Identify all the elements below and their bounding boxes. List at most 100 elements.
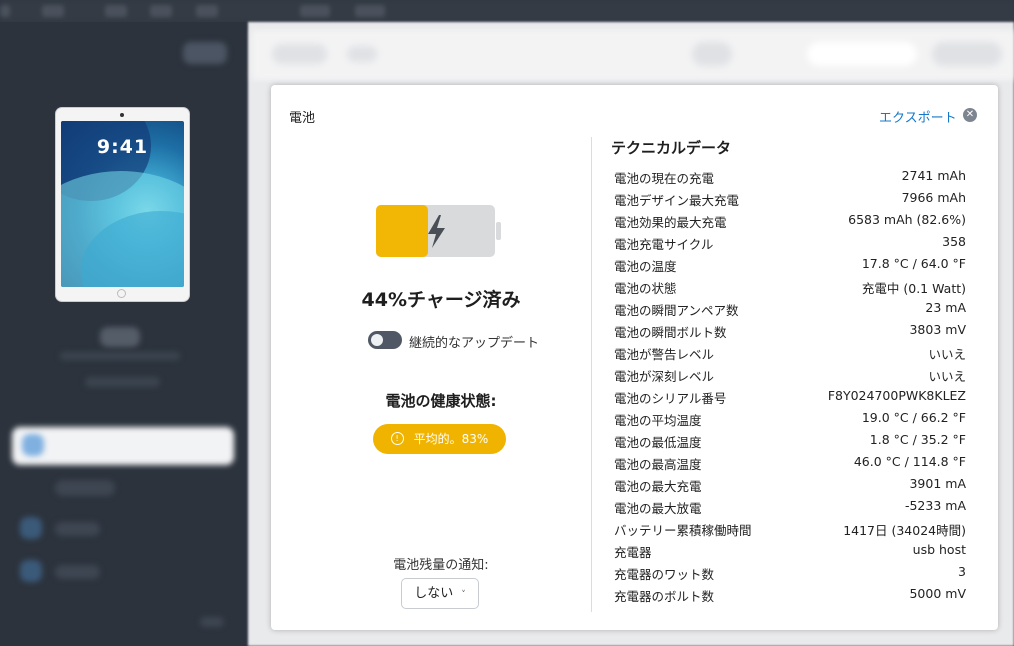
device-image: 9:41 [56,108,189,301]
row-label: 電池の現在の充電 [614,171,715,186]
app-title-bar [0,0,1014,22]
window-control-icon [0,5,10,17]
table-row: 電池デザイン最大充電 7966 mAh [614,187,966,209]
row-label: 電池の状態 [614,281,677,296]
table-row: バッテリー累積稼働時間 1417日 (34024時間) [614,517,966,539]
row-value: 2741 mAh [901,168,966,183]
row-label: 電池の瞬間ボルト数 [614,325,727,340]
table-row: 電池の瞬間アンペア数 23 mA [614,297,966,319]
table-row: 電池の最大充電 3901 mA [614,473,966,495]
continuous-update-toggle[interactable] [368,331,402,349]
chevron-down-icon: ˅ [461,590,466,600]
sidebar-item-icon [20,517,42,539]
battery-fill [376,205,428,257]
battery-notify-value: しない [414,586,454,601]
row-label: 電池が警告レベル [614,347,715,362]
row-label: 電池の最大充電 [614,479,702,494]
device-name-blurred [100,327,140,347]
toolbar-chip-blurred [692,42,732,66]
sidebar-item-blurred [55,565,100,579]
table-row: 電池効果的最大充電 6583 mAh (82.6%) [614,209,966,231]
row-label: 電池の最大放電 [614,501,702,516]
table-row: 電池が深刻レベル いいえ [614,363,966,385]
battery-icon [376,205,501,257]
home-button-icon [117,289,126,298]
row-label: 充電器のワット数 [614,567,715,582]
table-row: 電池充電サイクル 358 [614,231,966,253]
sidebar-item-blurred [55,480,115,496]
row-label: 電池のシリアル番号 [614,391,727,406]
row-label: 電池の温度 [614,259,677,274]
row-value: 3 [958,564,966,579]
lock-screen-time: 9:41 [96,136,149,158]
row-value: 23 mA [925,300,966,315]
app-main-toolbar [252,30,1014,80]
search-input-blurred [807,42,917,66]
technical-data-title: テクニカルデータ [611,139,732,157]
row-label: 電池が深刻レベル [614,369,715,384]
row-label: 電池の平均温度 [614,413,702,428]
row-label: 電池効果的最大充電 [614,215,727,230]
sidebar-item-icon [20,560,42,582]
continuous-update-label: 継続的なアップデート [409,336,540,351]
row-label: 充電器のボルト数 [614,589,715,604]
sidebar-item-selected-blurred [12,427,234,465]
table-row: 電池が警告レベル いいえ [614,341,966,363]
battery-notify-select[interactable]: しない ˅ [401,578,479,609]
toolbar-button-blurred [105,5,127,17]
table-row: 充電器 usb host [614,539,966,561]
row-value: 5000 mV [909,586,966,601]
device-info-blurred [85,377,160,387]
battery-health-badge: ! 平均的。83% [373,424,506,454]
camera-icon [120,113,124,117]
row-value: 3901 mA [909,476,966,491]
device-info-blurred [60,352,180,360]
row-label: バッテリー累積稼働時間 [614,523,752,538]
table-row: 電池のシリアル番号 F8Y024700PWK8KLEZ [614,385,966,407]
sidebar-item-blurred [55,522,100,536]
row-value: いいえ [928,347,966,362]
row-value: 1417日 (34024時間) [843,523,966,538]
table-row: 電池の現在の充電 2741 mAh [614,165,966,187]
panel-title: 電池 [289,111,316,126]
sidebar-footer-blurred [200,617,224,627]
toolbar-button-blurred [300,5,330,17]
row-label: 電池の最高温度 [614,457,702,472]
sidebar-action-button-blurred [183,42,227,64]
row-label: 電池充電サイクル [614,237,714,252]
toolbar-button-blurred [150,5,172,17]
row-label: 電池の瞬間アンペア数 [614,303,739,318]
row-label: 充電器 [614,545,652,560]
row-label: 電池の最低温度 [614,435,702,450]
table-row: 充電器のワット数 3 [614,561,966,583]
row-value: 6583 mAh (82.6%) [848,212,966,227]
toolbar-button-blurred [42,5,64,17]
battery-health-text: 平均的。83% [413,432,489,446]
table-row: 電池の温度 17.8 °C / 64.0 °F [614,253,966,275]
table-row: 充電器のボルト数 5000 mV [614,583,966,605]
toolbar-chip-blurred [347,46,377,62]
row-value: 1.8 °C / 35.2 °F [869,432,966,447]
device-screen: 9:41 [61,121,184,287]
row-value: 充電中 (0.1 Watt) [861,281,966,296]
row-value: 3803 mV [909,322,966,337]
export-link[interactable]: エクスポート [879,107,957,126]
row-value: 19.0 °C / 66.2 °F [861,410,966,425]
sidebar-item-icon [22,434,44,456]
row-value: 7966 mAh [901,190,966,205]
charge-percentage-text: 44%チャージ済み [361,289,521,311]
toggle-knob [371,334,383,346]
table-row: 電池の最高温度 46.0 °C / 114.8 °F [614,451,966,473]
toolbar-button-blurred [196,5,218,17]
info-icon: ! [390,432,404,445]
toolbar-chip-blurred [932,42,1002,66]
battery-panel: 電池 エクスポート ✕ 44%チャージ済み 継続的なアップデート 電池の健康状態… [271,85,998,630]
table-row: 電池の平均温度 19.0 °C / 66.2 °F [614,407,966,429]
battery-notify-label: 電池残量の通知: [393,558,489,573]
row-value: usb host [912,542,966,557]
close-icon[interactable]: ✕ [963,108,977,122]
row-value: F8Y024700PWK8KLEZ [827,388,966,403]
battery-terminal [496,222,501,240]
panel-divider [591,137,592,612]
row-label: 電池デザイン最大充電 [614,193,740,208]
